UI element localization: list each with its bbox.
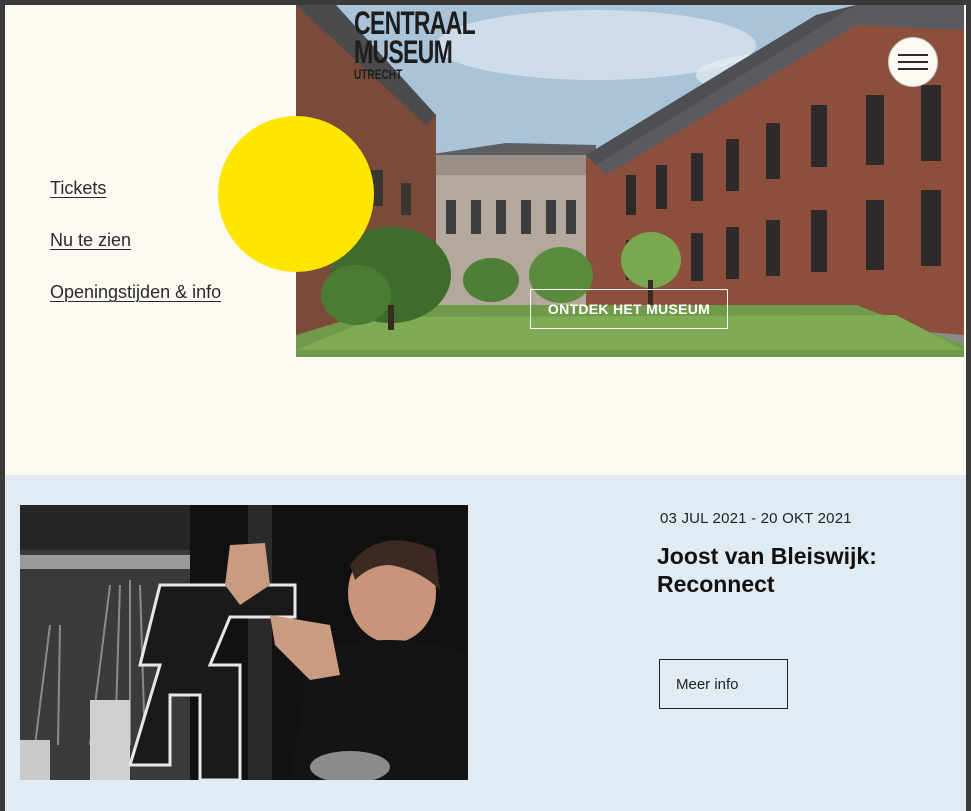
discover-museum-button[interactable]: ONTDEK HET MUSEUM	[530, 289, 728, 329]
more-info-button[interactable]: Meer info	[659, 659, 788, 709]
exhibition-section: 03 JUL 2021 - 20 OKT 2021 Joost van Blei…	[5, 475, 966, 811]
page-frame: Tickets Nu te zien Openingstijden & info	[5, 5, 966, 811]
hamburger-line-icon	[898, 61, 928, 63]
nav-link-nu-te-zien[interactable]: Nu te zien	[50, 229, 221, 252]
exhibition-artist-photo[interactable]	[20, 505, 468, 780]
nav-link-tickets[interactable]: Tickets	[50, 177, 221, 200]
exhibition-date-range: 03 JUL 2021 - 20 OKT 2021	[660, 510, 852, 527]
hero-section: Tickets Nu te zien Openingstijden & info	[5, 5, 966, 475]
hamburger-line-icon	[898, 68, 928, 70]
hamburger-line-icon	[898, 54, 928, 56]
artist-image	[20, 505, 468, 780]
centraal-museum-logo[interactable]: CENTRAAL MUSEUM UTRECHT	[354, 7, 476, 81]
yellow-circle-decoration	[218, 116, 374, 272]
quick-nav: Tickets Nu te zien Openingstijden & info	[50, 177, 221, 333]
logo-line-2: MUSEUM	[354, 34, 453, 71]
exhibition-title[interactable]: Joost van Bleiswijk: Reconnect	[657, 542, 937, 598]
hamburger-menu-button[interactable]	[888, 37, 938, 87]
hero-museum-photo: CENTRAAL MUSEUM UTRECHT ONTDEK HET MUSEU…	[296, 5, 964, 357]
nav-link-openingstijden[interactable]: Openingstijden & info	[50, 281, 221, 304]
